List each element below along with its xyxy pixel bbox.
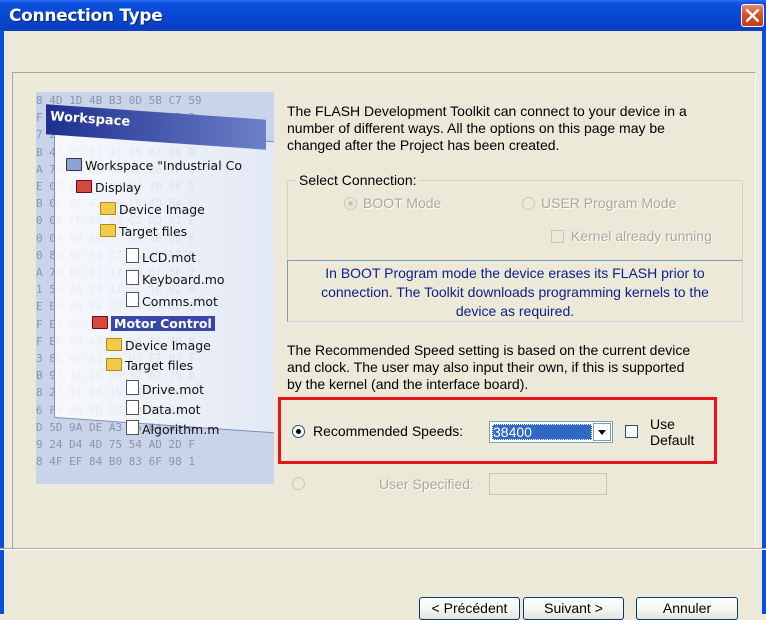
tree-item: Device Image xyxy=(106,338,211,353)
intro-line-2: number of different ways. All the option… xyxy=(287,120,665,136)
file-icon xyxy=(126,270,139,285)
boot-mode-radio[interactable] xyxy=(344,197,357,210)
folder-icon xyxy=(100,224,116,237)
file-icon xyxy=(126,380,139,395)
close-button[interactable] xyxy=(741,4,764,27)
close-icon xyxy=(746,9,759,22)
tree-item: Target files xyxy=(106,358,193,373)
file-icon xyxy=(126,400,139,415)
tree-item: Keyboard.mo xyxy=(126,270,225,287)
tree-item: Drive.mot xyxy=(126,380,204,397)
info-line-3: device as required. xyxy=(455,303,575,319)
kernel-running-checkbox[interactable] xyxy=(551,230,564,243)
file-icon xyxy=(126,292,139,307)
tree-item: Algorithm.m xyxy=(126,420,219,437)
workspace-icon xyxy=(66,158,82,171)
user-mode-label: USER Program Mode xyxy=(541,195,677,211)
tree-item: Comms.mot xyxy=(126,292,218,309)
project-icon xyxy=(92,316,108,329)
tree-item: Data.mot xyxy=(126,400,201,417)
tree-item: Display xyxy=(76,180,141,195)
window-frame-left xyxy=(0,31,4,614)
speed-note-line-3: by the kernel (and the interface board). xyxy=(287,376,529,392)
tree-item: Motor Control xyxy=(92,316,215,331)
highlight-box xyxy=(278,397,717,464)
select-connection-group xyxy=(287,180,743,261)
select-connection-label: Select Connection: xyxy=(296,172,420,189)
tree-item: Workspace "Industrial Co xyxy=(66,158,242,173)
user-specified-input[interactable] xyxy=(489,473,607,495)
window-title: Connection Type xyxy=(9,6,163,26)
folder-icon xyxy=(100,202,116,215)
file-icon xyxy=(126,420,139,435)
tree-item: LCD.mot xyxy=(126,248,196,265)
workspace-illustration: 8 4D 1D 4B B3 0D 5B C7 59 F 8E 6B 65 49 … xyxy=(36,92,274,484)
speed-note-line-1: The Recommended Speed setting is based o… xyxy=(287,342,691,358)
footer-separator xyxy=(0,548,766,550)
user-specified-label: User Specified: xyxy=(379,476,474,492)
folder-icon xyxy=(106,338,122,351)
speed-note-line-2: and clock. The user may also input their… xyxy=(287,359,685,375)
back-button[interactable]: < Précédent xyxy=(419,597,520,620)
intro-line-1: The FLASH Development Toolkit can connec… xyxy=(287,103,687,119)
tree-item: Target files xyxy=(100,224,187,239)
window-frame-right xyxy=(762,31,766,614)
file-icon xyxy=(126,248,139,263)
user-mode-radio[interactable] xyxy=(522,197,535,210)
tree-item: Device Image xyxy=(100,202,205,217)
cancel-button[interactable]: Annuler xyxy=(636,597,738,620)
project-icon xyxy=(76,180,92,193)
boot-mode-label: BOOT Mode xyxy=(363,195,442,211)
next-button[interactable]: Suivant > xyxy=(523,597,624,620)
kernel-running-label: Kernel already running xyxy=(571,228,712,244)
info-line-2: connection. The Toolkit downloads progra… xyxy=(321,284,709,300)
boot-mode-info-box: In BOOT Program mode the device erases i… xyxy=(287,260,743,322)
info-line-1: In BOOT Program mode the device erases i… xyxy=(325,265,705,281)
user-specified-radio[interactable] xyxy=(292,477,305,490)
intro-line-3: changed after the Project has been creat… xyxy=(287,137,560,153)
folder-icon xyxy=(106,358,122,371)
